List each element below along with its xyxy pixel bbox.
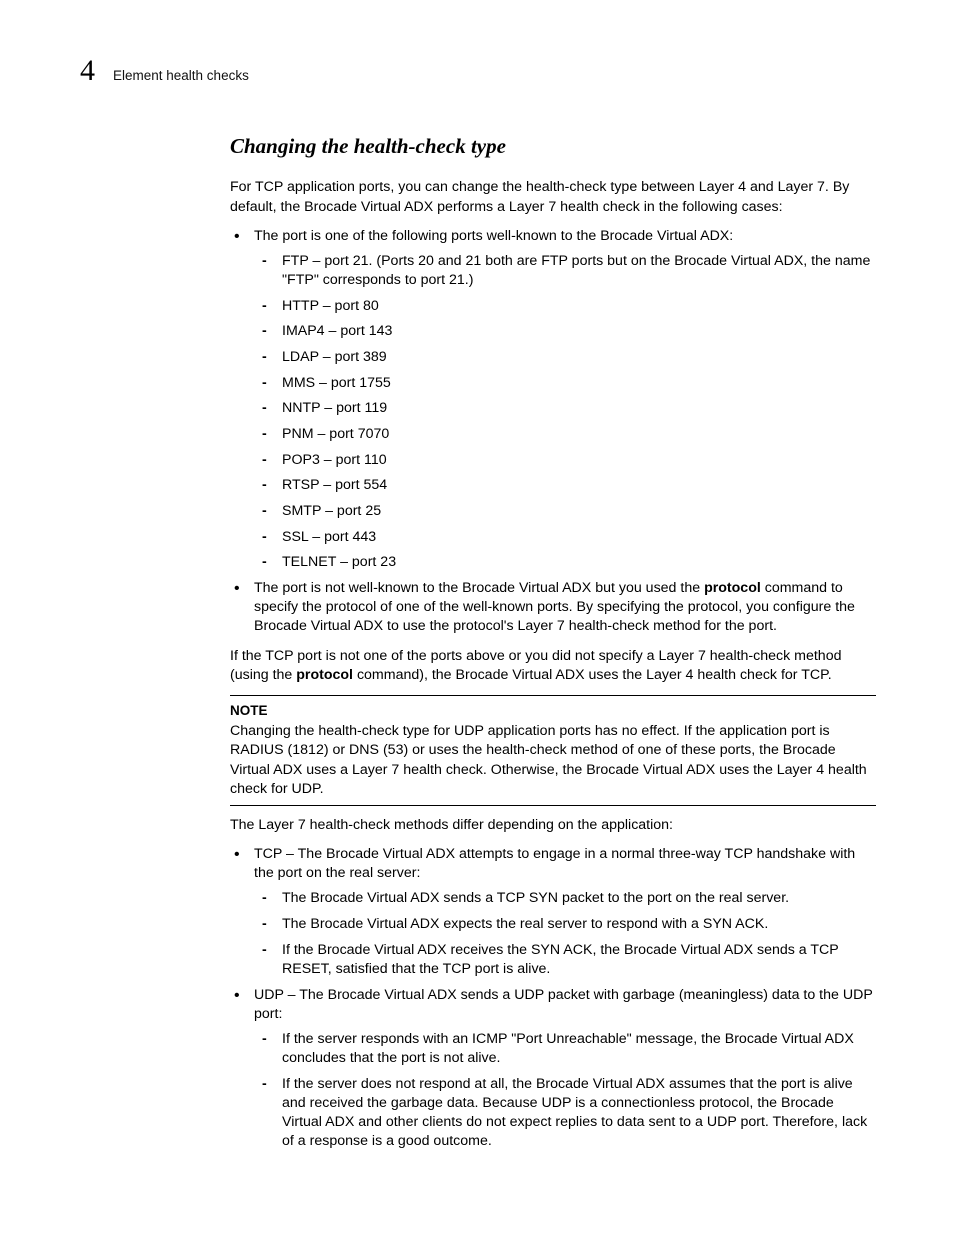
port-item: FTP – port 21. (Ports 20 and 21 both are…	[254, 252, 876, 290]
port-item: PNM – port 7070	[254, 425, 876, 444]
note-heading: NOTE	[230, 702, 876, 720]
protocol-item: UDP – The Brocade Virtual ADX sends a UD…	[230, 986, 876, 1152]
case-lead-text: The port is one of the following ports w…	[254, 228, 733, 244]
tcp-steps-list: The Brocade Virtual ADX sends a TCP SYN …	[254, 889, 876, 979]
l7-intro-paragraph: The Layer 7 health-check methods differ …	[230, 816, 876, 835]
text-run: command), the Brocade Virtual ADX uses t…	[353, 667, 832, 683]
port-item: HTTP – port 80	[254, 297, 876, 316]
note-body: Changing the health-check type for UDP a…	[230, 722, 876, 799]
cases-list: The port is one of the following ports w…	[230, 227, 876, 637]
protocols-list: TCP – The Brocade Virtual ADX attempts t…	[230, 845, 876, 1151]
port-list: FTP – port 21. (Ports 20 and 21 both are…	[254, 252, 876, 573]
udp-steps-list: If the server responds with an ICMP "Por…	[254, 1030, 876, 1152]
port-item: SSL – port 443	[254, 528, 876, 547]
protocol-item: TCP – The Brocade Virtual ADX attempts t…	[230, 845, 876, 979]
case-item: The port is one of the following ports w…	[230, 227, 876, 573]
case-item: The port is not well-known to the Brocad…	[230, 579, 876, 637]
port-item: TELNET – port 23	[254, 553, 876, 572]
port-item: LDAP – port 389	[254, 348, 876, 367]
body-content: Changing the health-check type For TCP a…	[230, 132, 876, 1151]
command-name: protocol	[704, 580, 761, 596]
protocol-lead-text: UDP – The Brocade Virtual ADX sends a UD…	[254, 987, 873, 1022]
step-item: The Brocade Virtual ADX sends a TCP SYN …	[254, 889, 876, 908]
note-block: NOTE Changing the health-check type for …	[230, 695, 876, 806]
port-item: NNTP – port 119	[254, 399, 876, 418]
protocol-lead-text: TCP – The Brocade Virtual ADX attempts t…	[254, 846, 855, 881]
section-heading: Changing the health-check type	[230, 132, 876, 160]
intro-paragraph: For TCP application ports, you can chang…	[230, 178, 876, 216]
running-header: 4 Element health checks	[80, 56, 884, 86]
running-title: Element health checks	[113, 67, 249, 85]
fallback-paragraph: If the TCP port is not one of the ports …	[230, 647, 876, 685]
command-name: protocol	[296, 667, 353, 683]
text-run: The port is not well-known to the Brocad…	[254, 580, 704, 596]
document-page: 4 Element health checks Changing the hea…	[0, 0, 954, 1235]
port-item: RTSP – port 554	[254, 476, 876, 495]
step-item: The Brocade Virtual ADX expects the real…	[254, 915, 876, 934]
step-item: If the Brocade Virtual ADX receives the …	[254, 941, 876, 979]
step-item: If the server responds with an ICMP "Por…	[254, 1030, 876, 1068]
chapter-number: 4	[80, 56, 95, 86]
port-item: MMS – port 1755	[254, 374, 876, 393]
step-item: If the server does not respond at all, t…	[254, 1075, 876, 1152]
port-item: POP3 – port 110	[254, 451, 876, 470]
port-item: IMAP4 – port 143	[254, 322, 876, 341]
port-item: SMTP – port 25	[254, 502, 876, 521]
